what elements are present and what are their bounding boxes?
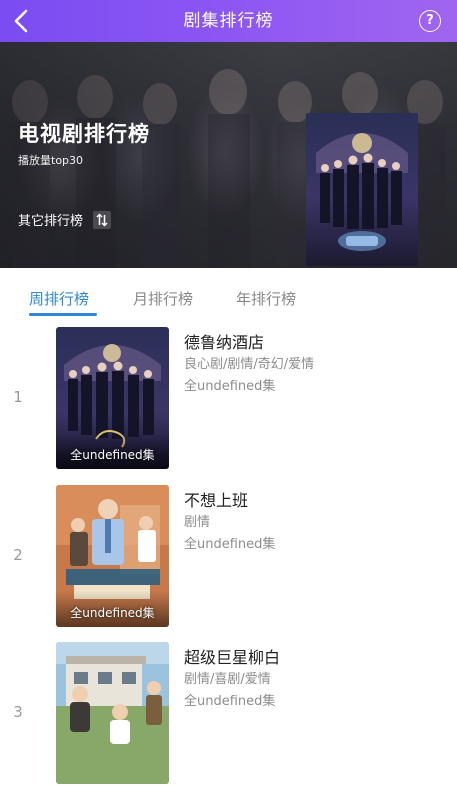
tab-yearly[interactable]: 年排行榜: [236, 288, 296, 309]
rank-number: 2: [13, 546, 23, 564]
other-rankings-button[interactable]: 其它排行榜: [18, 210, 112, 229]
drama-genre: 剧情: [184, 515, 211, 530]
drama-genre: 良心剧/剧情/奇幻/爱情: [184, 357, 315, 372]
drama-title: 德鲁纳酒店: [184, 333, 265, 352]
drama-poster[interactable]: 全undefined集: [56, 485, 169, 627]
drama-title: 不想上班: [184, 491, 249, 510]
drama-episode-count: 全undefined集: [184, 379, 276, 394]
drama-episode-count: 全undefined集: [184, 537, 276, 552]
drama-poster[interactable]: 全undefined集: [56, 327, 169, 469]
ranking-banner: 电视剧排行榜 播放量top30 其它排行榜: [0, 42, 457, 268]
drama-genre: 剧情/喜剧/爱情: [184, 672, 271, 687]
list-item[interactable]: 2 全undefined集 不想上班 剧情 全undefined集: [0, 485, 457, 630]
active-tab-indicator: [29, 313, 97, 316]
list-item[interactable]: 3 超级巨星柳白 剧情/喜剧/爱情 全undefined集: [0, 642, 457, 787]
drama-poster[interactable]: [56, 642, 169, 784]
banner-subtitle: 播放量top30: [18, 154, 84, 167]
list-item[interactable]: 1 全undefined集 德鲁纳酒店 良心剧/剧情/奇幻/爱情 全undefi…: [0, 327, 457, 472]
rank-number: 3: [13, 703, 23, 721]
drama-episode-count: 全undefined集: [184, 694, 276, 709]
help-icon[interactable]: ?: [419, 10, 441, 32]
tab-weekly[interactable]: 周排行榜: [29, 288, 89, 309]
swap-icon: [93, 211, 112, 229]
top-app-bar: 剧集排行榜 ?: [0, 0, 457, 42]
featured-poster[interactable]: [306, 113, 418, 266]
ranking-tabs: 周排行榜 月排行榜 年排行榜: [0, 268, 457, 318]
banner-title: 电视剧排行榜: [18, 122, 150, 146]
poster-episode-badge: 全undefined集: [70, 606, 155, 620]
rank-number: 1: [13, 388, 23, 406]
other-rankings-label: 其它排行榜: [18, 214, 84, 229]
drama-title: 超级巨星柳白: [184, 648, 281, 667]
page-title: 剧集排行榜: [183, 11, 274, 31]
poster-episode-badge: 全undefined集: [70, 448, 155, 462]
tab-monthly[interactable]: 月排行榜: [133, 288, 193, 309]
